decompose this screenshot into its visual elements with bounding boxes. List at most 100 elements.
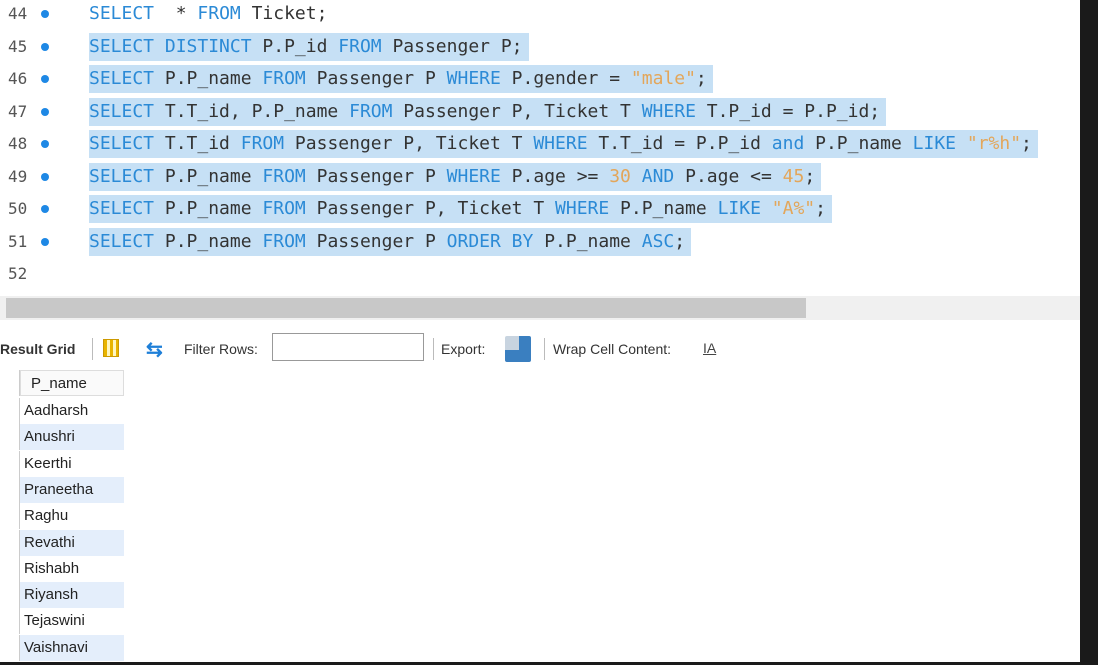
table-row[interactable]: Praneetha (0, 476, 124, 503)
line-number: 52 (8, 264, 28, 283)
line-number: 45 (8, 36, 28, 56)
table-cell[interactable]: Praneetha (20, 476, 124, 503)
code-token: ; (804, 165, 816, 187)
statement-marker-icon (41, 75, 49, 83)
window-edge (1080, 0, 1098, 665)
table-cell[interactable]: Vaishnavi (20, 634, 124, 661)
code-token: Ticket; (240, 3, 328, 24)
code-token: P.P_name (804, 133, 913, 154)
code-token: SELECT DISTINCT (89, 35, 252, 57)
separator (92, 338, 93, 360)
code-text: SELECT * FROM Ticket; (89, 0, 333, 28)
code-token: LIKE (912, 133, 957, 154)
table-row[interactable]: Riyansh (0, 582, 124, 609)
separator (544, 338, 545, 360)
table-row[interactable]: Vaishnavi (0, 634, 124, 661)
line-number: 48 (8, 134, 28, 153)
code-token: Passenger P (305, 68, 447, 89)
statement-marker-icon (41, 237, 49, 246)
table-row[interactable]: Rishabh (0, 555, 124, 582)
grid-layout-icon[interactable] (103, 339, 119, 357)
code-token: Passenger P, Ticket T (305, 198, 556, 219)
code-token: P.gender = (500, 68, 631, 89)
code-token: P.P_name (154, 230, 263, 252)
row-gutter[interactable] (0, 450, 20, 477)
table-cell[interactable]: Anushri (20, 424, 124, 451)
row-gutter[interactable] (0, 503, 20, 530)
row-gutter[interactable] (0, 398, 20, 424)
code-token: SELECT (89, 230, 155, 252)
table-cell[interactable]: Revathi (20, 529, 124, 556)
code-token: SELECT (89, 3, 155, 24)
code-token: P.P_id (251, 35, 339, 57)
column-header[interactable]: P_name (20, 370, 124, 396)
row-gutter[interactable] (0, 608, 20, 635)
code-text: SELECT DISTINCT P.P_id FROM Passenger P; (89, 32, 529, 61)
code-token: 30 (609, 165, 631, 187)
line-number: 47 (8, 101, 28, 121)
code-token: Passenger P, Ticket T (284, 133, 534, 154)
code-text: SELECT P.P_name FROM Passenger P ORDER B… (89, 227, 692, 256)
code-token: FROM (240, 133, 285, 154)
table-cell[interactable]: Tejaswini (20, 608, 124, 634)
code-token: ; (695, 68, 707, 89)
table-row[interactable]: Aadharsh (0, 398, 124, 424)
code-token: WHERE (533, 133, 588, 154)
code-token: Passenger P; (381, 35, 523, 57)
row-gutter[interactable] (0, 555, 20, 582)
code-token: T.T_id (154, 133, 241, 154)
statement-marker-icon (41, 140, 49, 148)
sql-editor[interactable]: 44 SELECT * FROM Ticket; 45 SELECT DISTINCT… (0, 0, 1080, 295)
statement-marker-icon (41, 10, 49, 18)
refresh-icon[interactable]: ⇆ (146, 337, 163, 362)
code-token: FROM (197, 3, 241, 24)
code-token: WHERE (555, 198, 610, 219)
code-text: SELECT T.T_id FROM Passenger P, Ticket T… (89, 130, 1038, 158)
table-row[interactable]: Tejaswini (0, 608, 124, 635)
row-gutter[interactable] (0, 634, 20, 661)
code-token: 45 (782, 165, 805, 187)
code-text: SELECT P.P_name FROM Passenger P WHERE P… (89, 65, 713, 93)
row-gutter[interactable] (0, 529, 20, 556)
wrap-cell-content-label: Wrap Cell Content: (553, 341, 672, 357)
filter-rows-input[interactable] (272, 333, 424, 361)
code-token: P.age >= (500, 165, 610, 187)
code-text: SELECT P.P_name FROM Passenger P, Ticket… (89, 195, 832, 223)
code-token: FROM (338, 35, 382, 57)
statement-marker-icon (41, 107, 49, 116)
code-token: P.age <= (674, 165, 783, 187)
table-row[interactable]: Raghu (0, 503, 124, 530)
table-cell[interactable]: Riyansh (20, 582, 124, 609)
row-gutter[interactable] (0, 582, 20, 609)
line-number: 50 (8, 199, 28, 218)
line-number: 44 (8, 4, 28, 23)
code-token: FROM (262, 165, 306, 187)
table-cell[interactable]: Keerthi (20, 451, 124, 477)
table-row[interactable]: Anushri (0, 424, 124, 451)
code-token: FROM (262, 230, 306, 252)
table-cell[interactable]: Aadharsh (20, 398, 124, 424)
code-token: SELECT (89, 133, 155, 154)
statement-marker-icon (41, 42, 49, 51)
horizontal-scrollbar[interactable] (0, 296, 1080, 320)
statement-marker-icon (41, 172, 49, 181)
table-row[interactable]: Revathi (0, 529, 124, 556)
code-token: WHERE (446, 68, 501, 89)
table-cell[interactable]: Raghu (20, 503, 124, 529)
code-token: T.P_id = P.P_id; (695, 100, 881, 122)
code-token: and (771, 133, 805, 154)
code-token: Passenger P (305, 230, 447, 252)
statement-marker-icon (41, 205, 49, 213)
scrollbar-thumb[interactable] (6, 298, 806, 318)
row-gutter[interactable] (0, 424, 20, 451)
table-row[interactable]: Keerthi (0, 450, 124, 477)
code-token: P.P_name (154, 165, 263, 187)
code-token: ; (674, 230, 686, 252)
code-token: T.T_id, P.P_name (154, 100, 350, 122)
table-cell[interactable]: Rishabh (20, 556, 124, 582)
code-token: "A%" (771, 198, 816, 219)
wrap-text-icon[interactable]: IA (703, 340, 716, 356)
export-icon[interactable] (505, 336, 531, 362)
line-number: 46 (8, 69, 28, 88)
row-gutter[interactable] (0, 476, 20, 503)
